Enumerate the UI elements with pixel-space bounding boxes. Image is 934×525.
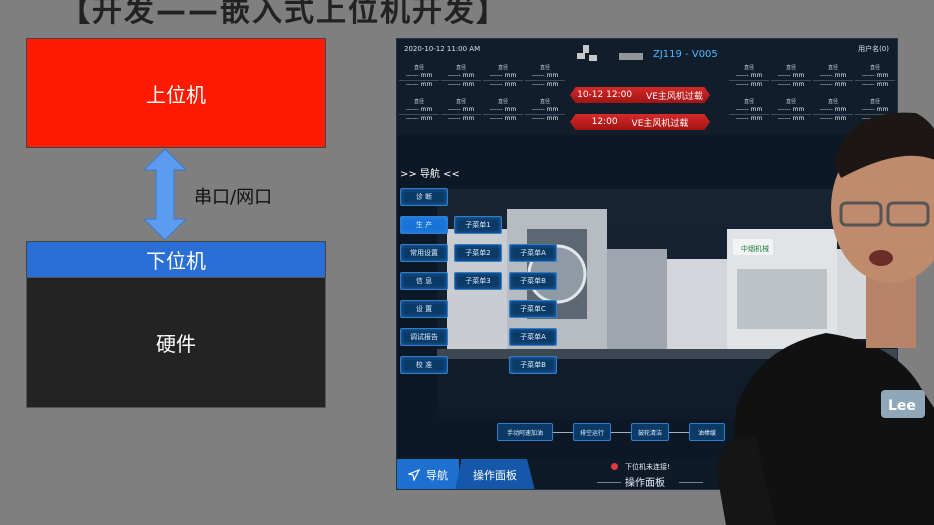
- hardware-label: 硬件: [156, 332, 196, 356]
- connection-status-text: 下位机未连接!: [625, 463, 670, 471]
- machine-model: ZJ119 - V005: [653, 49, 718, 60]
- lower-computer-label: 下位机: [146, 249, 206, 273]
- submenu-button[interactable]: 子菜单3: [454, 272, 502, 290]
- nav-button-calibrate[interactable]: 校 准: [400, 356, 448, 374]
- gauge: 直径------ mm------ mm: [771, 65, 811, 95]
- gauge: 直径------ mm------ mm: [399, 65, 439, 95]
- gauge: 直径------ mm------ mm: [483, 65, 523, 95]
- gauge: 直径------ mm------ mm: [441, 65, 481, 95]
- gauge: 直径------ mm------ mm: [441, 99, 481, 129]
- blurred-company-name: [619, 53, 643, 60]
- submenu-button[interactable]: 子菜单1: [454, 216, 502, 234]
- nav-button-common-settings[interactable]: 常用设置: [400, 244, 448, 262]
- flow-button-empty-run[interactable]: 排空运行: [573, 423, 611, 441]
- nav-button-diagnose[interactable]: 诊 断: [400, 188, 448, 206]
- user-name[interactable]: 用户名(0): [858, 44, 889, 54]
- gauge: 直径------ mm------ mm: [399, 99, 439, 129]
- submenu-button[interactable]: 子菜单A: [509, 328, 557, 346]
- lower-computer-box: 下位机: [26, 241, 326, 277]
- tab-operation-panel[interactable]: 操作面板: [455, 459, 535, 489]
- divider: [679, 482, 703, 483]
- nav-button-production[interactable]: 生 产: [400, 216, 448, 234]
- company-logo-icon: [577, 45, 613, 63]
- bidirectional-arrow-icon: [143, 148, 187, 241]
- gauge: 直径------ mm------ mm: [729, 65, 769, 95]
- submenu-button[interactable]: 子菜单2: [454, 244, 502, 262]
- slide-title: 【开发——嵌入式上位机开发】: [60, 0, 508, 29]
- flow-button-manual-oiling[interactable]: 手动阿速加油: [497, 423, 553, 441]
- flow-connector: [669, 432, 689, 433]
- tab-navigation[interactable]: 导航: [397, 459, 459, 489]
- nav-button-info[interactable]: 信 息: [400, 272, 448, 290]
- link-label: 串口/网口: [194, 187, 273, 208]
- nav-title: >> 导航 <<: [400, 169, 460, 180]
- alarm-banner[interactable]: 10-12 12:00 VE主风机过载: [570, 87, 710, 103]
- presenter-video: Lee: [716, 112, 934, 525]
- gauge: 直径------ mm------ mm: [525, 99, 565, 129]
- gauge: 直径------ mm------ mm: [813, 65, 853, 95]
- operation-panel-label: 操作面板: [625, 478, 665, 489]
- flow-button-drum-clean[interactable]: 鼓轮清洁: [631, 423, 669, 441]
- nav-button-debug-report[interactable]: 调试报告: [400, 328, 448, 346]
- connection-status-icon: [611, 463, 618, 470]
- send-arrow-icon: [408, 469, 420, 481]
- gauge: 直径------ mm------ mm: [855, 65, 895, 95]
- divider: [597, 482, 621, 483]
- flow-connector: [553, 432, 573, 433]
- gauge: 直径------ mm------ mm: [525, 65, 565, 95]
- submenu-button[interactable]: 子菜单C: [509, 300, 557, 318]
- submenu-button[interactable]: 子菜单B: [509, 272, 557, 290]
- shirt-logo: Lee: [888, 398, 916, 414]
- flow-connector: [611, 432, 631, 433]
- upper-computer-box: 上位机: [26, 38, 326, 148]
- hmi-datetime: 2020-10-12 11:00 AM: [404, 45, 481, 53]
- alarm-banner[interactable]: 12:00 VE主风机过载: [570, 114, 710, 130]
- nav-button-settings[interactable]: 设 置: [400, 300, 448, 318]
- submenu-button[interactable]: 子菜单A: [509, 244, 557, 262]
- upper-computer-label: 上位机: [146, 82, 206, 107]
- gauge: 直径------ mm------ mm: [483, 99, 523, 129]
- hardware-box: 硬件: [26, 277, 326, 408]
- submenu-button[interactable]: 子菜单B: [509, 356, 557, 374]
